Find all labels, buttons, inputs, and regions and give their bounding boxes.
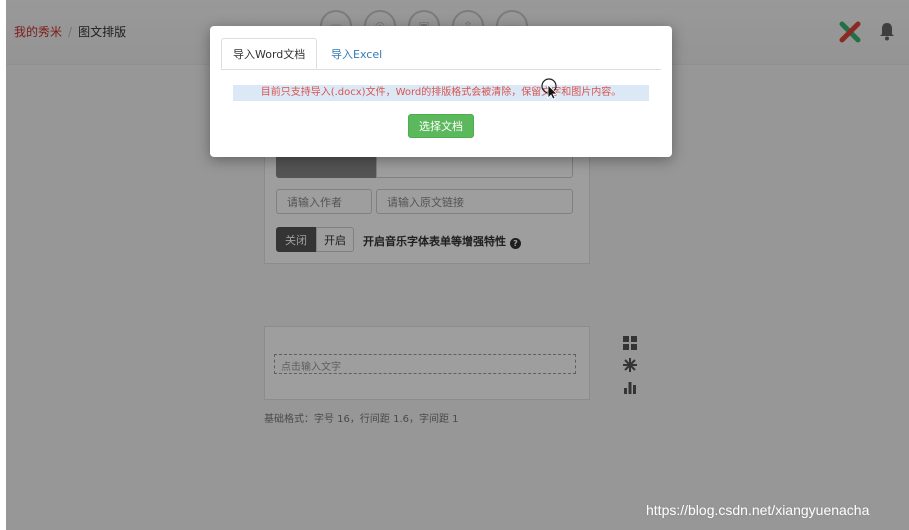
tab-import-word[interactable]: 导入Word文档 — [221, 38, 318, 69]
import-tabs: 导入Word文档 导入Excel — [221, 38, 661, 70]
tab-import-excel[interactable]: 导入Excel — [320, 38, 393, 69]
busy-cursor-icon — [541, 78, 558, 100]
import-dialog: 导入Word文档 导入Excel 目前只支持导入(.docx)文件，Word的排… — [210, 26, 672, 157]
choose-document-button[interactable]: 选择文档 — [408, 114, 474, 138]
watermark-text: https://blog.csdn.net/xiangyuenacha — [646, 502, 870, 518]
import-notice: 目前只支持导入(.docx)文件，Word的排版格式会被清除，保留文字和图片内容… — [233, 85, 649, 101]
app-window: 我的秀米/图文排版 ▭ ◎ ▣ ⇪ ⋯ 请输入作者 请输入原文链接 关闭 开启 … — [6, 0, 909, 530]
